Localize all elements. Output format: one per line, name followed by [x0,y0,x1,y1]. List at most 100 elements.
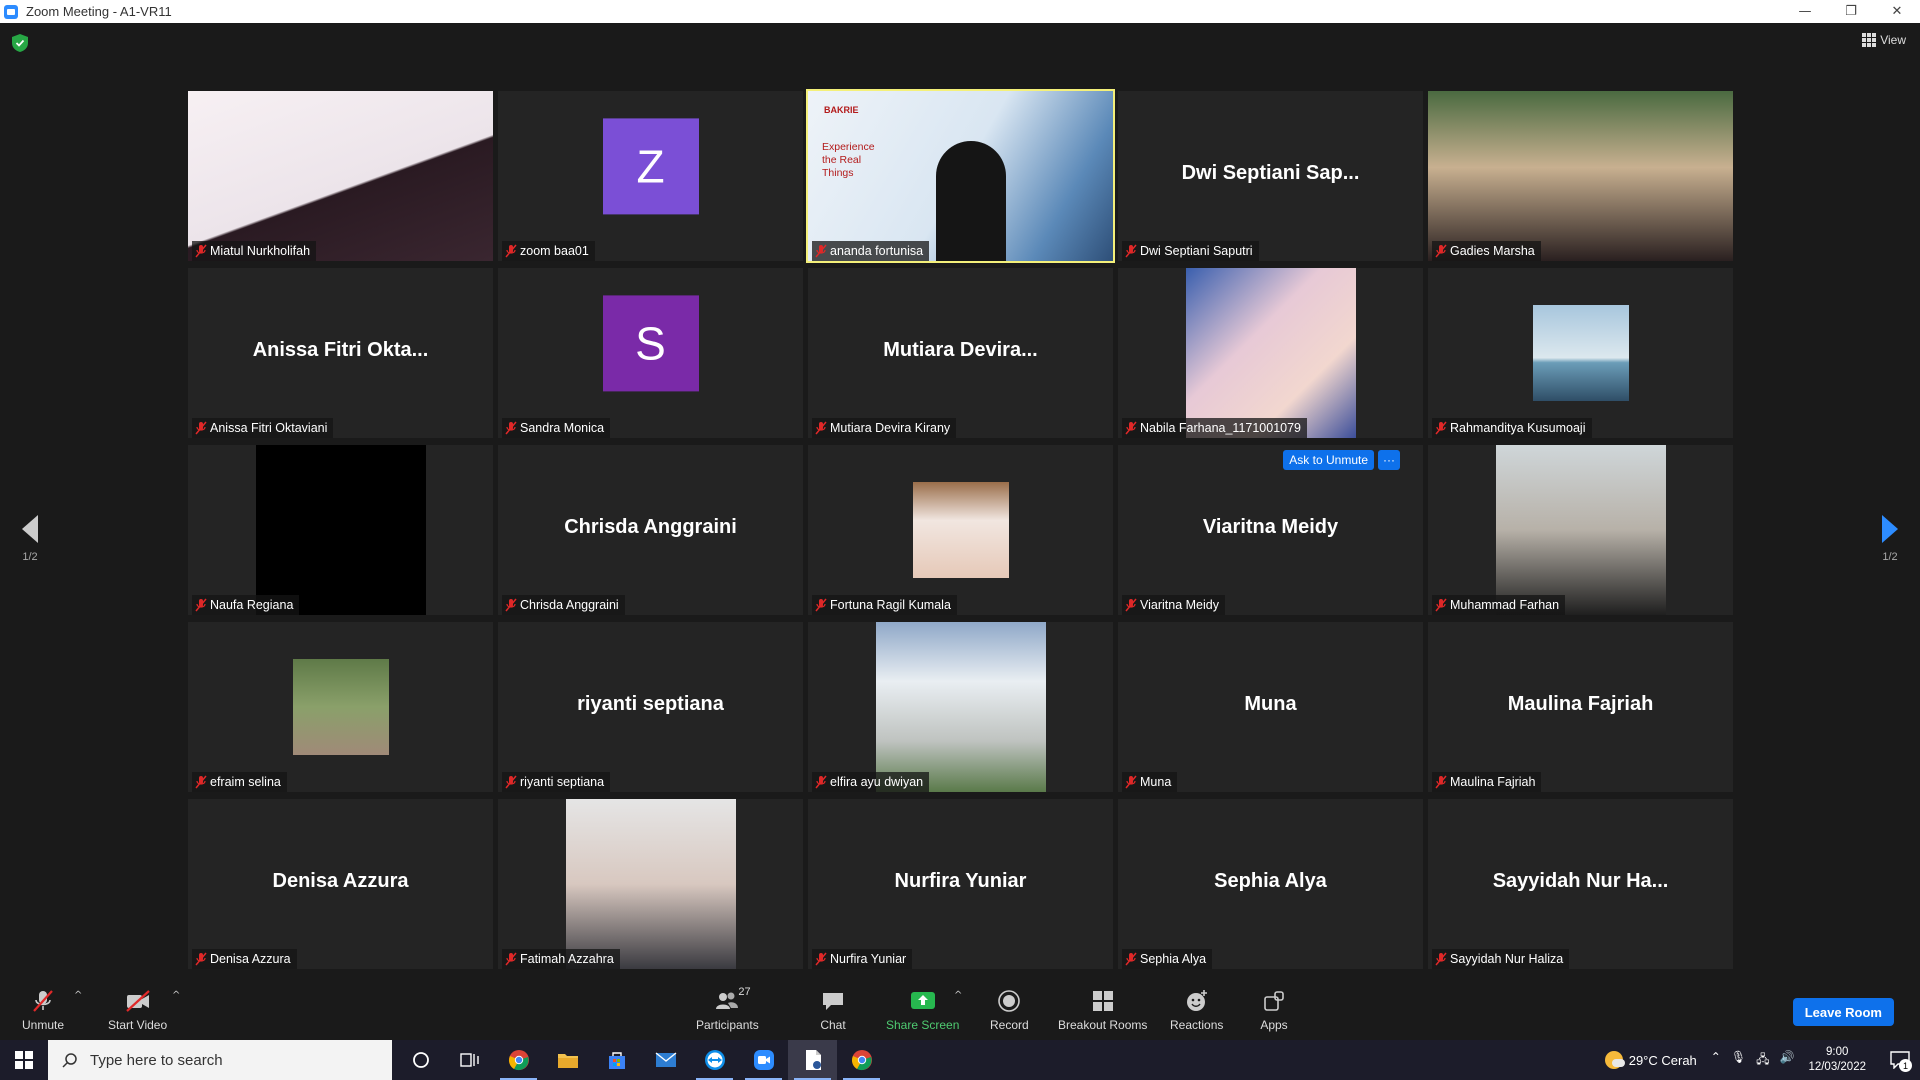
participant-tile[interactable]: Chrisda Anggraini Chrisda Anggraini [498,445,803,615]
chat-button[interactable]: Chat [818,988,848,1032]
cortana-circle-icon [412,1052,429,1068]
notification-badge: 1 [1899,1059,1912,1072]
participant-tile[interactable]: Nurfira Yuniar Nurfira Yuniar [808,799,1113,969]
document-app-button[interactable] [788,1040,837,1080]
participant-name: Fortuna Ragil Kumala [830,598,951,612]
participant-name-label: Denisa Azzura [192,949,297,969]
record-button[interactable]: Record [990,988,1029,1032]
profile-picture [1532,305,1629,401]
participant-name: Denisa Azzura [210,952,291,966]
participant-tile[interactable]: BAKRIE Experience the Real Things ananda f… [806,89,1115,263]
participant-tile[interactable]: Zzoom baa01 [498,91,803,261]
participant-tile[interactable]: Rahmanditya Kusumoaji [1428,268,1733,438]
unmute-button[interactable]: Unmute [22,988,64,1032]
participant-tile[interactable]: Viaritna Meidy Ask to Unmute ··· Viaritna M… [1118,445,1423,615]
mail-button[interactable] [641,1040,690,1080]
store-button[interactable] [592,1040,641,1080]
participant-name: zoom baa01 [520,244,589,258]
notification-center-button[interactable]: 1 [1880,1040,1920,1080]
video-options-caret[interactable]: ^ [172,990,180,1001]
apps-button[interactable]: Apps [1259,988,1289,1032]
participant-tile[interactable]: efraim selina [188,622,493,792]
participant-display-name: Anissa Fitri Okta... [252,339,429,362]
participant-display-name: Mutiara Devira... [883,339,1038,362]
microphone-muted-icon [33,990,53,1012]
chrome-taskbar-button[interactable] [494,1040,543,1080]
participant-name: Nabila Farhana_1171001079 [1140,421,1302,435]
microphone-tray-icon[interactable]: 🎙 [1731,1050,1746,1071]
start-video-button[interactable]: Start Video [108,988,167,1032]
share-options-caret[interactable]: ^ [954,990,962,1001]
profile-picture [912,482,1009,578]
share-screen-button[interactable]: Share Screen [886,988,959,1032]
teamviewer-button[interactable] [690,1040,739,1080]
view-button[interactable]: View [1862,33,1906,47]
chrome-second-button[interactable] [837,1040,886,1080]
network-icon[interactable]: 🖧 [1756,1050,1769,1071]
breakout-rooms-button[interactable]: Breakout Rooms [1058,988,1147,1032]
task-view-button[interactable] [445,1040,494,1080]
participant-name-label: efraim selina [192,772,287,792]
more-options-button[interactable]: ··· [1378,450,1400,470]
record-icon [998,990,1021,1012]
weather-widget[interactable]: 29°C Cerah [1604,1051,1697,1069]
blank-video [255,445,426,615]
university-brand-logo: BAKRIE [824,105,859,115]
participant-tile[interactable]: Sayyidah Nur Ha... Sayyidah Nur Haliza [1428,799,1733,969]
mic-muted-icon [815,244,827,258]
next-page-button[interactable]: 1/2 [1870,515,1910,563]
reactions-smiley-icon [1186,990,1207,1011]
audio-options-caret[interactable]: ^ [74,990,82,1001]
participant-tile[interactable]: Nabila Farhana_1171001079 [1118,268,1423,438]
security-shield-icon[interactable] [12,34,28,52]
unmute-label: Unmute [22,1018,65,1032]
tile-actions: Ask to Unmute ··· [1283,450,1400,470]
reactions-button[interactable]: Reactions [1170,988,1223,1032]
participant-video [1428,91,1733,261]
restore-button[interactable]: ❐ [1828,0,1874,23]
mic-muted-icon [505,775,517,789]
participant-tile[interactable]: Gadies Marsha [1428,91,1733,261]
zoom-taskbar-button[interactable] [739,1040,788,1080]
participant-video [1185,268,1356,438]
participant-tile[interactable]: Fatimah Azzahra [498,799,803,969]
participant-tile[interactable]: Maulina Fajriah Maulina Fajriah [1428,622,1733,792]
search-icon [62,1053,77,1068]
close-button[interactable]: ✕ [1874,0,1920,23]
participant-tile[interactable]: riyanti septiana riyanti septiana [498,622,803,792]
grid-view-icon [1862,33,1877,47]
participant-tile[interactable]: Denisa Azzura Denisa Azzura [188,799,493,969]
participant-tile[interactable]: Fortuna Ragil Kumala [808,445,1113,615]
participant-name-label: Fortuna Ragil Kumala [812,595,957,615]
participant-name: ananda fortunisa [830,244,924,258]
participant-tile[interactable]: Muhammad Farhan [1428,445,1733,615]
participant-tile[interactable]: Dwi Septiani Sap... Dwi Septiani Saputri [1118,91,1423,261]
mic-muted-icon [505,244,517,258]
page-indicator-right: 1/2 [1882,551,1898,563]
clock[interactable]: 9:00 12/03/2022 [1808,1045,1866,1075]
participant-tile[interactable]: Muna Muna [1118,622,1423,792]
cortana-button[interactable] [396,1040,445,1080]
participant-display-name: Chrisda Anggraini [564,516,737,539]
participant-tile[interactable]: Mutiara Devira... Mutiara Devira Kirany [808,268,1113,438]
participant-tile[interactable]: Sephia Alya Sephia Alya [1118,799,1423,969]
minimize-button[interactable]: — [1782,0,1828,23]
participants-button[interactable]: 27 Participants [696,986,759,1032]
previous-page-button[interactable]: 1/2 [10,515,50,563]
participant-tile[interactable]: elfira ayu dwiyan [808,622,1113,792]
ask-to-unmute-button[interactable]: Ask to Unmute [1283,450,1374,470]
taskbar-search-box[interactable]: Type here to search [48,1040,392,1080]
volume-icon[interactable]: 🔊 [1779,1050,1794,1071]
participant-tile[interactable]: Anissa Fitri Okta... Anissa Fitri Oktavia… [188,268,493,438]
chevron-up-icon[interactable]: ⌃ [1711,1050,1721,1071]
mic-muted-icon [1125,775,1137,789]
record-label: Record [990,1018,1029,1032]
leave-room-button[interactable]: Leave Room [1792,998,1894,1026]
participant-tile[interactable]: S Sandra Monica [498,268,803,438]
view-label: View [1880,33,1906,47]
participant-tile[interactable]: Miatul Nurkholifah [188,91,493,261]
participant-tile[interactable]: Naufa Regiana [188,445,493,615]
start-button[interactable] [0,1040,48,1080]
zoom-window: Zoom Meeting - A1-VR11 — ❐ ✕ View 1/2 1/… [0,0,1920,1080]
file-explorer-button[interactable] [543,1040,592,1080]
